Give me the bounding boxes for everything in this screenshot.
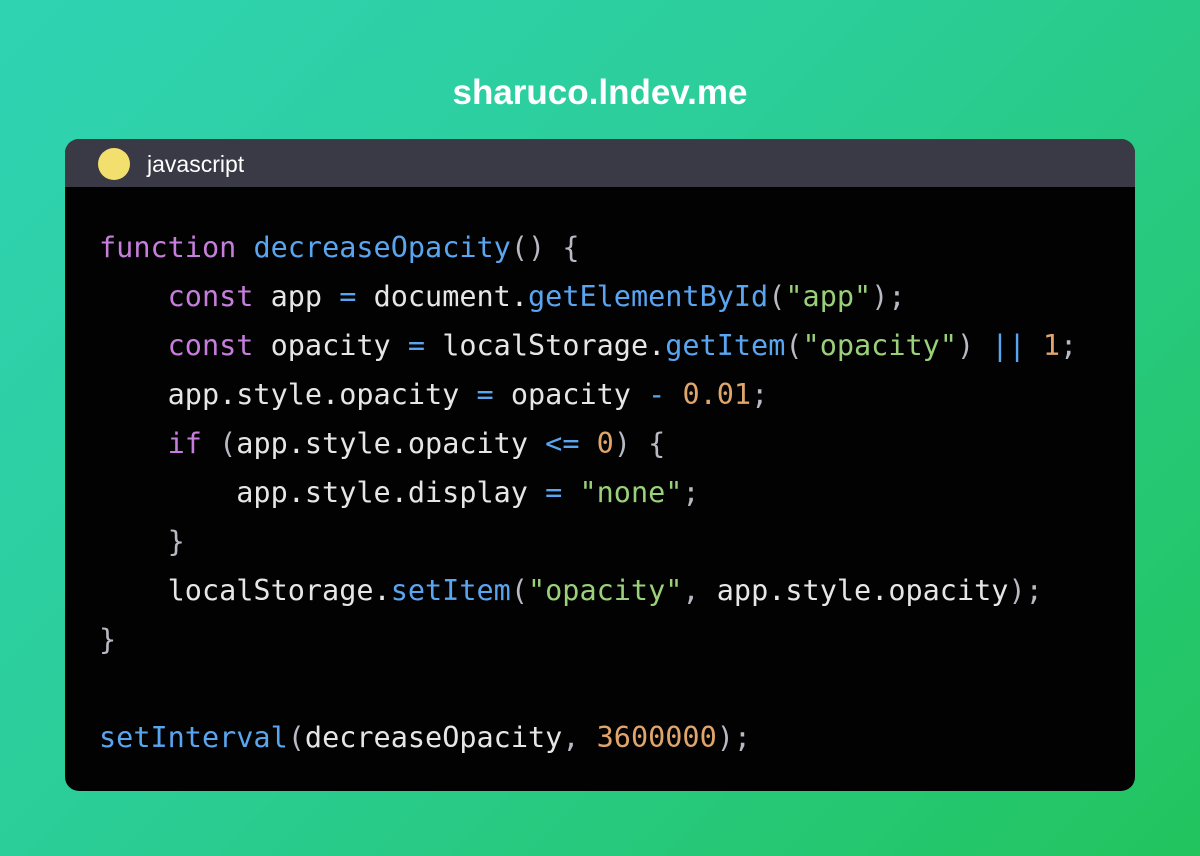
code-line: localStorage.setItem("opacity", app.styl… [99,566,1115,615]
language-dot-icon [98,148,130,180]
code-line: } [99,517,1115,566]
code-token-operator: = [476,378,494,411]
code-token-punct: ); [871,280,906,313]
site-title: sharuco.lndev.me [452,73,748,112]
code-token-operator: = [339,280,357,313]
code-token-number: 0.01 [682,378,752,411]
code-line: if (app.style.opacity <= 0) { [99,419,1115,468]
code-token-string: "opacity" [527,574,683,607]
code-token-operator: <= [545,427,580,460]
code-token-plain: app [253,280,340,313]
code-token-operator: = [407,329,426,362]
code-window-header: javascript [65,139,1135,187]
code-token-number: 1 [1042,329,1060,362]
code-line: app.style.opacity = opacity - 0.01; [99,370,1115,419]
code-token-punct: ( [768,280,786,313]
code-token-punct: } [99,623,117,656]
code-token-punct: ) [956,329,992,362]
code-token-function: setItem [390,574,511,607]
code-token-punct: , [682,574,717,607]
code-line: function decreaseOpacity() { [99,223,1115,272]
code-token-keyword: function [99,231,237,264]
code-token-punct: ( [287,721,305,754]
code-token-keyword: const [167,280,254,313]
code-token-punct: ; [682,476,700,509]
code-line: setInterval(decreaseOpacity, 3600000); [99,713,1115,762]
code-token-number: 3600000 [596,721,717,754]
code-token-plain: opacity [493,378,649,411]
code-line: const app = document.getElementById("app… [99,272,1115,321]
code-token-operator: || [991,329,1026,362]
code-token-function: setInterval [99,721,288,754]
code-token-plain: localStorage. [99,574,391,607]
code-token-punct: ) { [613,427,666,460]
code-token-keyword: const [167,329,254,362]
code-token-plain: app.style.opacity [716,574,1009,607]
code-token-punct: ( [510,574,528,607]
code-token-punct: ; [751,378,769,411]
code-token-function: getElementById [528,280,769,313]
code-token-function: getItem [665,329,786,362]
code-token-punct: ); [716,721,752,754]
code-token-punct: ( [785,329,803,362]
code-token-operator: = [545,476,563,509]
code-token-punct: () { [510,231,580,264]
code-token-plain: app.style.opacity [99,378,477,411]
language-label: javascript [147,151,245,177]
code-line: } [99,615,1115,664]
code-line: const opacity = localStorage.getItem("op… [99,321,1115,370]
code-token-plain: opacity [253,329,408,362]
code-token-string: "none" [579,476,683,509]
code-token-function: decreaseOpacity [253,231,511,264]
code-token-string: "opacity" [802,329,957,362]
code-token-plain: localStorage. [425,329,666,362]
code-body: function decreaseOpacity() { const app =… [99,223,1115,762]
code-token-plain: app.style.display [99,476,546,509]
code-token-string: "app" [785,280,872,313]
code-token-plain: decreaseOpacity [304,721,563,754]
code-token-plain: app.style.opacity [236,427,546,460]
code-token-number: 0 [596,427,614,460]
code-line: app.style.display = "none"; [99,468,1115,517]
code-token-keyword: if [167,427,202,460]
code-token-operator: - [648,378,666,411]
code-token-punct: ; [1059,329,1078,362]
code-token-plain: document. [356,280,528,313]
code-token-punct: } [99,525,185,558]
code-token-punct: , [562,721,597,754]
code-token-punct: ( [201,427,237,460]
code-token-punct: ); [1008,574,1043,607]
code-window: javascript function decreaseOpacity() { … [65,139,1135,791]
